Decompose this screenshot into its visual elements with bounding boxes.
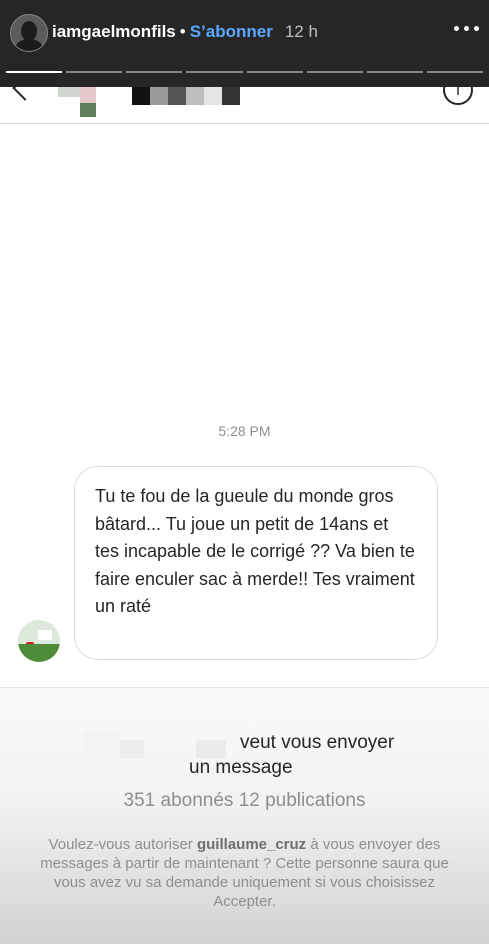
avatar-grass <box>18 644 60 662</box>
request-text-line1: veut vous envoyer <box>240 732 395 753</box>
story-time: 12 h <box>284 22 318 41</box>
follow-button[interactable]: S’abonner <box>190 22 273 41</box>
story-username[interactable]: iamgaelmonfils <box>52 22 176 41</box>
message-bubble[interactable]: Tu te fou de la gueule du monde gros bât… <box>74 466 438 660</box>
avatar-face <box>21 21 37 41</box>
progress-segment <box>126 71 183 73</box>
progress-segment <box>426 71 483 73</box>
message-timestamp: 5:28 PM <box>218 423 271 439</box>
request-text-line2: un message <box>189 757 293 778</box>
message-request-panel: veut vous envoyer un message 351 abonnés… <box>0 687 489 944</box>
ellipsis-dot <box>464 26 469 31</box>
story-avatar[interactable] <box>10 14 48 52</box>
requester-stats: 351 abonnés 12 publications <box>123 790 366 811</box>
progress-segment <box>366 71 423 73</box>
progress-segment <box>186 71 243 73</box>
avatar-detail <box>38 630 52 640</box>
sender-avatar[interactable] <box>18 620 60 662</box>
prompt-username: guillaume_cruz <box>196 836 307 853</box>
ellipsis-dot <box>454 26 459 31</box>
progress-segment <box>246 71 303 73</box>
story-header: iamgaelmonfils • S’abonner 12 h <box>0 0 489 87</box>
progress-segment <box>6 71 63 73</box>
progress-segment <box>66 71 123 73</box>
separator-dot: • <box>179 22 186 41</box>
request-prompt: Voulez-vous autoriser guillaume_cruz à v… <box>36 835 453 911</box>
story-header-text: iamgaelmonfils • S’abonner 12 h <box>52 22 318 42</box>
progress-segment <box>306 71 363 73</box>
ellipsis-dot <box>474 26 479 31</box>
ellipsis-icon[interactable] <box>454 26 479 31</box>
prompt-text: Voulez-vous autoriser <box>48 836 197 853</box>
story-progress-bar <box>6 71 483 73</box>
avatar-body <box>15 39 43 51</box>
dm-header: i <box>0 75 489 124</box>
